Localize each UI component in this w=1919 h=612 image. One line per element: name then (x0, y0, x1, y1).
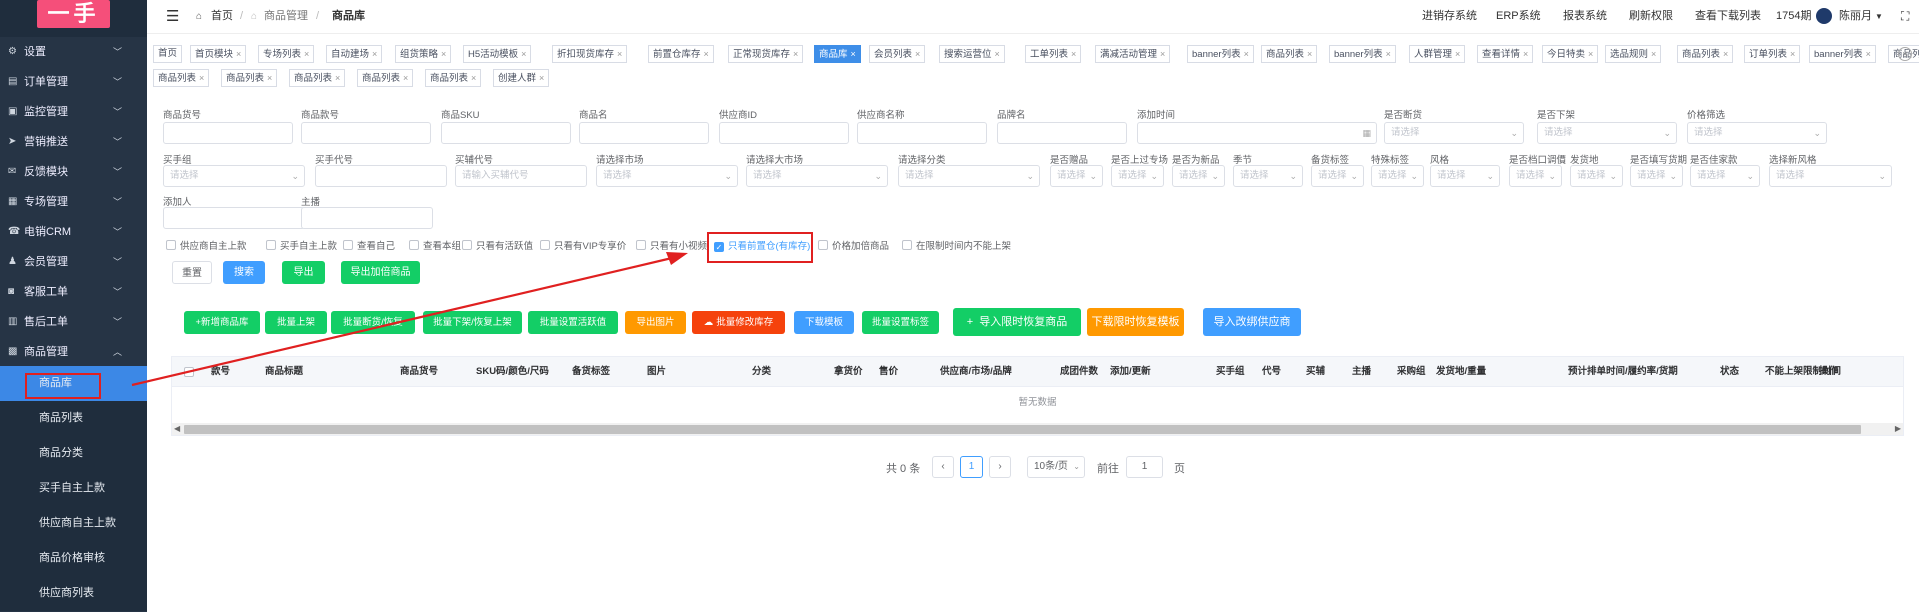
arrow-line (131, 256, 673, 387)
red-arrow (131, 252, 688, 387)
arrow-head (666, 252, 688, 265)
